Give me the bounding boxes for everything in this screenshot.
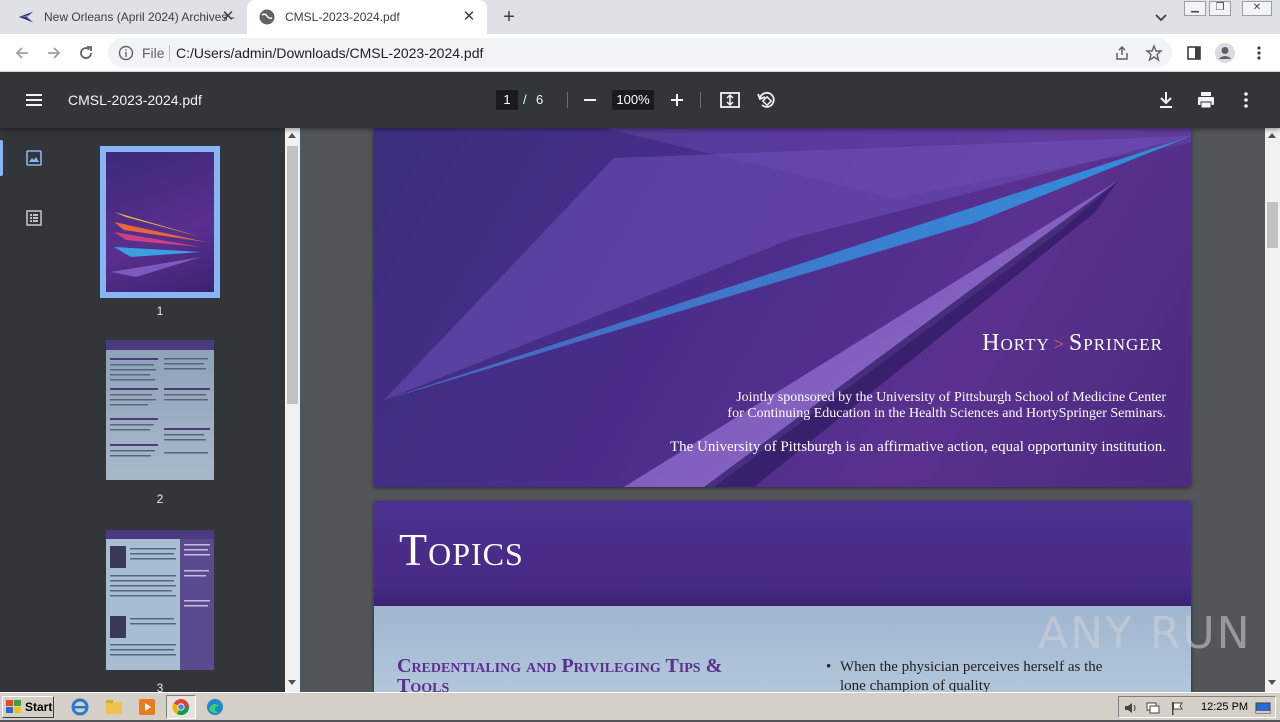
reload-button[interactable] [75, 42, 97, 64]
pdf-title: CMSL-2023-2024.pdf [68, 92, 202, 108]
forward-button[interactable] [43, 42, 65, 64]
restore-button[interactable]: ❐ [1209, 1, 1231, 16]
sponsor-text-line-1: Jointly sponsored by the University of P… [736, 390, 1166, 405]
tab-cmsl-pdf[interactable]: CMSL-2023-2024.pdf ✕ [247, 0, 487, 34]
scrollbar-thumb[interactable] [287, 146, 298, 404]
page-title: Topics [399, 524, 524, 575]
toolbar-divider [700, 92, 701, 108]
brand-left: Horty [982, 330, 1050, 356]
scrollbar-thumb[interactable] [1267, 202, 1278, 248]
brand-right: Springer [1068, 330, 1163, 356]
cover-art [384, 128, 1191, 487]
page-header-band: Topics [374, 501, 1191, 606]
fit-to-page-icon[interactable] [719, 89, 741, 111]
network-icon[interactable] [1145, 700, 1161, 721]
tab-new-orleans[interactable]: New Orleans (April 2024) Archives - ✕ [0, 0, 246, 34]
system-tray: 12:25 PM [1118, 696, 1276, 718]
bullet-text: When the physician perceives herself as … [840, 659, 1103, 692]
profile-avatar[interactable] [1214, 42, 1236, 64]
section-heading: Credentialing and Privileging Tips & Too… [397, 655, 723, 692]
action-center-flag-icon[interactable] [1169, 700, 1185, 721]
thumbnail-image [106, 152, 214, 292]
url-text[interactable]: C:/Users/admin/Downloads/CMSL-2023-2024.… [176, 45, 483, 61]
back-button[interactable] [11, 42, 33, 64]
document-scrollbar[interactable] [1265, 128, 1280, 692]
hamburger-menu-icon[interactable] [22, 89, 46, 111]
thumbnail-label: 2 [156, 492, 164, 506]
close-tab-icon[interactable]: ✕ [461, 9, 477, 25]
address-bar[interactable]: File C:/Users/admin/Downloads/CMSL-2023-… [108, 38, 1172, 68]
site-favicon-icon [18, 9, 34, 25]
thumbnail-sidebar: 1 2 3 [0, 128, 300, 695]
pdf-page-1: Horty > Springer Jointly sponsored by the … [374, 128, 1191, 487]
globe-icon [259, 9, 275, 25]
chrome-taskbar-button[interactable] [166, 695, 196, 719]
scroll-down-arrow-icon[interactable] [288, 680, 296, 685]
file-explorer-icon[interactable] [104, 697, 124, 717]
outline-view-icon[interactable] [24, 208, 44, 228]
zoom-in-icon[interactable] [667, 90, 687, 110]
page-separator: / [523, 92, 527, 107]
start-label: Start [25, 700, 53, 714]
rotate-icon[interactable] [755, 89, 777, 111]
download-icon[interactable] [1156, 89, 1176, 111]
windows-logo-icon [6, 700, 21, 713]
page-total: 6 [536, 92, 544, 107]
browser-toolbar: File C:/Users/admin/Downloads/CMSL-2023-… [0, 34, 1280, 72]
volume-icon[interactable] [1123, 700, 1139, 721]
minimize-button[interactable]: ▁ [1184, 1, 1206, 16]
thumbnail-label: 1 [156, 304, 164, 318]
sponsor-text-line-2: for Continuing Education in the Health S… [727, 406, 1166, 421]
browser-menu-icon[interactable] [1248, 42, 1270, 64]
anyrun-watermark: ANY RUN [1038, 608, 1252, 659]
internet-explorer-icon[interactable] [70, 697, 90, 717]
more-actions-icon[interactable] [1236, 89, 1256, 111]
share-icon[interactable] [1111, 42, 1133, 64]
hortyspringer-logo: Horty > Springer [982, 330, 1163, 357]
windows-taskbar: Start 12:25 PM [0, 692, 1280, 720]
scroll-up-arrow-icon[interactable] [1268, 133, 1276, 138]
page-thumbnail-3[interactable] [106, 530, 214, 670]
pdf-page-2: Topics Credentialing and Privileging Tip… [374, 501, 1191, 692]
media-player-icon[interactable] [137, 697, 157, 717]
close-tab-icon[interactable]: ✕ [220, 9, 236, 25]
thumbnails-view-icon[interactable] [24, 148, 44, 168]
tab-search-chevron-icon[interactable] [1152, 8, 1170, 26]
zoom-level-input[interactable]: 100% [612, 90, 654, 110]
sidebar-selection-indicator [0, 140, 3, 176]
tab-title: CMSL-2023-2024.pdf [285, 10, 400, 24]
scroll-down-arrow-icon[interactable] [1268, 680, 1276, 685]
omnibox-divider [169, 45, 170, 61]
equal-opportunity-statement: The University of Pittsburgh is an affir… [669, 439, 1166, 455]
print-icon[interactable] [1195, 89, 1217, 111]
scheme-label: File [142, 45, 165, 61]
info-icon[interactable] [118, 45, 134, 66]
page-thumbnail-1[interactable] [100, 146, 220, 298]
close-window-button[interactable]: ✕ [1242, 1, 1272, 16]
page-thumbnail-2[interactable] [106, 340, 214, 480]
sidebar-scrollbar[interactable] [285, 128, 300, 692]
bookmark-star-icon[interactable] [1143, 42, 1165, 64]
thumbnail-image [110, 358, 210, 457]
chrome-icon [172, 699, 190, 716]
toolbar-divider [567, 92, 568, 108]
start-button[interactable]: Start [2, 696, 54, 718]
sidebar-tabs [0, 128, 68, 692]
tab-title: New Orleans (April 2024) Archives - [44, 10, 235, 24]
thumbnail-image [106, 530, 214, 670]
bullet-icon: • [826, 659, 832, 675]
pdf-toolbar: CMSL-2023-2024.pdf 1 / 6 100% [0, 72, 1280, 128]
scroll-up-arrow-icon[interactable] [288, 133, 296, 138]
chevron-logo-icon: > [1053, 334, 1065, 354]
show-desktop-icon[interactable] [1255, 700, 1271, 721]
new-tab-button[interactable]: + [498, 6, 520, 28]
page-number-input[interactable]: 1 [496, 90, 518, 110]
zoom-out-icon[interactable] [580, 90, 600, 110]
edge-icon[interactable] [205, 697, 225, 717]
side-panel-icon[interactable] [1183, 42, 1205, 64]
tab-strip: New Orleans (April 2024) Archives - ✕ CM… [0, 0, 1280, 34]
clock[interactable]: 12:25 PM [1201, 701, 1248, 713]
